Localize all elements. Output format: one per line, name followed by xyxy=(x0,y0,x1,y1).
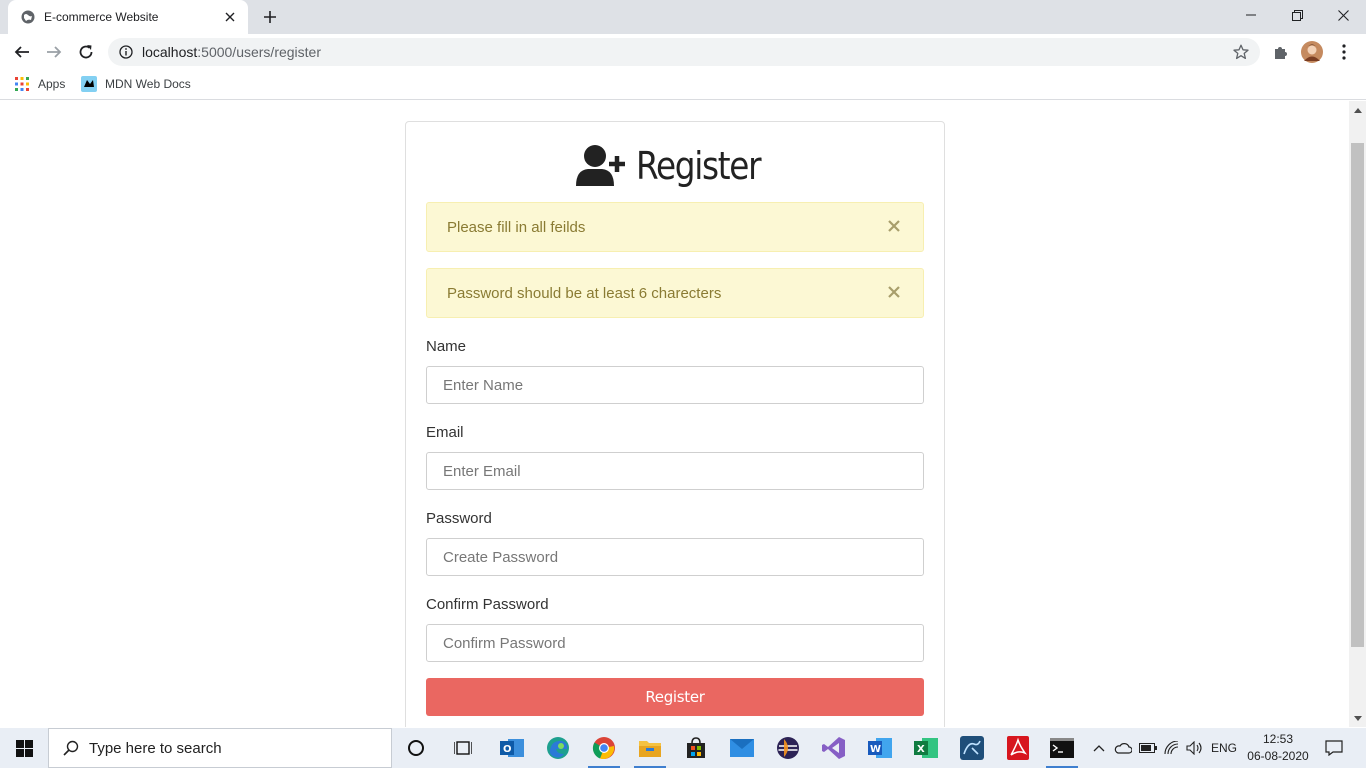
password-label: Password xyxy=(426,510,492,527)
back-arrow-icon[interactable] xyxy=(8,38,36,66)
notifications-icon[interactable] xyxy=(1318,728,1350,768)
bookmark-star-icon[interactable] xyxy=(1232,43,1250,61)
url-text: localhost:5000/users/register xyxy=(142,44,321,60)
eclipse-icon[interactable] xyxy=(768,732,808,764)
tab-strip: E-commerce Website xyxy=(0,0,1366,34)
extensions-puzzle-icon[interactable] xyxy=(1266,38,1294,66)
address-bar[interactable]: localhost:5000/users/register xyxy=(108,38,1260,66)
browser-toolbar: localhost:5000/users/register xyxy=(0,34,1366,70)
chrome-icon[interactable] xyxy=(584,732,624,768)
cortana-icon[interactable] xyxy=(396,732,436,764)
language-indicator[interactable]: ENG xyxy=(1208,728,1240,768)
svg-text:O: O xyxy=(503,744,512,755)
close-alert-icon[interactable] xyxy=(887,219,901,233)
file-explorer-icon[interactable] xyxy=(630,732,670,768)
battery-icon[interactable] xyxy=(1137,728,1159,768)
profile-avatar[interactable] xyxy=(1298,38,1326,66)
alert-message: Password should be at least 6 charecters xyxy=(426,268,924,318)
bookmark-mdn[interactable]: MDN Web Docs xyxy=(81,76,191,92)
confirm-password-label: Confirm Password xyxy=(426,596,549,613)
email-label: Email xyxy=(426,424,464,441)
taskbar-search[interactable]: Type here to search xyxy=(48,728,392,768)
bookmark-label: Apps xyxy=(38,77,66,91)
page-title: Register xyxy=(406,144,946,188)
onedrive-cloud-icon[interactable] xyxy=(1112,728,1134,768)
clock-time: 12:53 xyxy=(1262,732,1294,746)
scrollbar-thumb[interactable] xyxy=(1351,143,1364,647)
close-window-icon[interactable] xyxy=(1320,0,1366,30)
minimize-icon[interactable] xyxy=(1228,0,1274,30)
alert-message: Please fill in all feilds xyxy=(426,202,924,252)
tab-title: E-commerce Website xyxy=(44,10,159,24)
clock-date: 06-08-2020 xyxy=(1247,749,1309,763)
globe-icon xyxy=(20,9,36,25)
reload-icon[interactable] xyxy=(72,38,100,66)
mail-icon[interactable] xyxy=(722,732,762,764)
heading-text: Register xyxy=(636,144,762,188)
bookmark-label: MDN Web Docs xyxy=(105,77,191,91)
register-card: Register Please fill in all feilds Passw… xyxy=(405,121,945,727)
svg-text:X: X xyxy=(917,744,925,755)
system-clock[interactable]: 12:53 06-08-2020 xyxy=(1244,731,1312,765)
wifi-icon[interactable] xyxy=(1161,728,1183,768)
taskbar: Type here to search O W X ENG 12:53 06-0… xyxy=(0,728,1366,768)
confirm-password-input[interactable] xyxy=(426,624,924,662)
acrobat-icon[interactable] xyxy=(998,732,1038,764)
info-icon[interactable] xyxy=(118,44,134,60)
register-button[interactable]: Register xyxy=(426,678,924,716)
tray-chevron-up-icon[interactable] xyxy=(1090,728,1108,768)
edge-icon[interactable] xyxy=(538,732,578,764)
task-view-icon[interactable] xyxy=(443,732,483,764)
bookmark-apps[interactable]: Apps xyxy=(14,76,65,92)
excel-icon[interactable]: X xyxy=(906,732,946,764)
command-prompt-icon[interactable] xyxy=(1042,732,1082,768)
email-input[interactable] xyxy=(426,452,924,490)
mysql-workbench-icon[interactable] xyxy=(952,732,992,764)
apps-grid-icon xyxy=(15,77,29,91)
menu-kebab-icon[interactable] xyxy=(1330,38,1358,66)
password-input[interactable] xyxy=(426,538,924,576)
close-alert-icon[interactable] xyxy=(887,285,901,299)
page-viewport: Register Please fill in all feilds Passw… xyxy=(0,101,1366,727)
forward-arrow-icon[interactable] xyxy=(40,38,68,66)
search-placeholder: Type here to search xyxy=(89,739,222,757)
name-label: Name xyxy=(426,338,467,355)
visual-studio-icon[interactable] xyxy=(814,732,854,764)
microsoft-store-icon[interactable] xyxy=(676,732,716,764)
outlook-icon[interactable]: O xyxy=(492,732,532,764)
svg-text:W: W xyxy=(870,744,881,755)
search-icon xyxy=(63,740,79,756)
restore-icon[interactable] xyxy=(1274,0,1320,30)
bookmarks-bar: Apps MDN Web Docs xyxy=(0,70,1366,100)
vertical-scrollbar[interactable] xyxy=(1349,101,1366,727)
close-tab-icon[interactable] xyxy=(222,9,238,25)
browser-tab[interactable]: E-commerce Website xyxy=(8,0,248,34)
user-plus-icon xyxy=(576,145,625,186)
scroll-up-icon[interactable] xyxy=(1349,101,1366,118)
word-icon[interactable]: W xyxy=(860,732,900,764)
volume-icon[interactable] xyxy=(1184,728,1206,768)
name-input[interactable] xyxy=(426,366,924,404)
mdn-icon xyxy=(81,76,97,92)
windows-start-icon[interactable] xyxy=(0,728,48,768)
scroll-down-icon[interactable] xyxy=(1349,710,1366,727)
alert-text: Please fill in all feilds xyxy=(447,218,586,236)
new-tab-button[interactable] xyxy=(259,7,281,27)
alert-text: Password should be at least 6 charecters xyxy=(447,284,722,302)
